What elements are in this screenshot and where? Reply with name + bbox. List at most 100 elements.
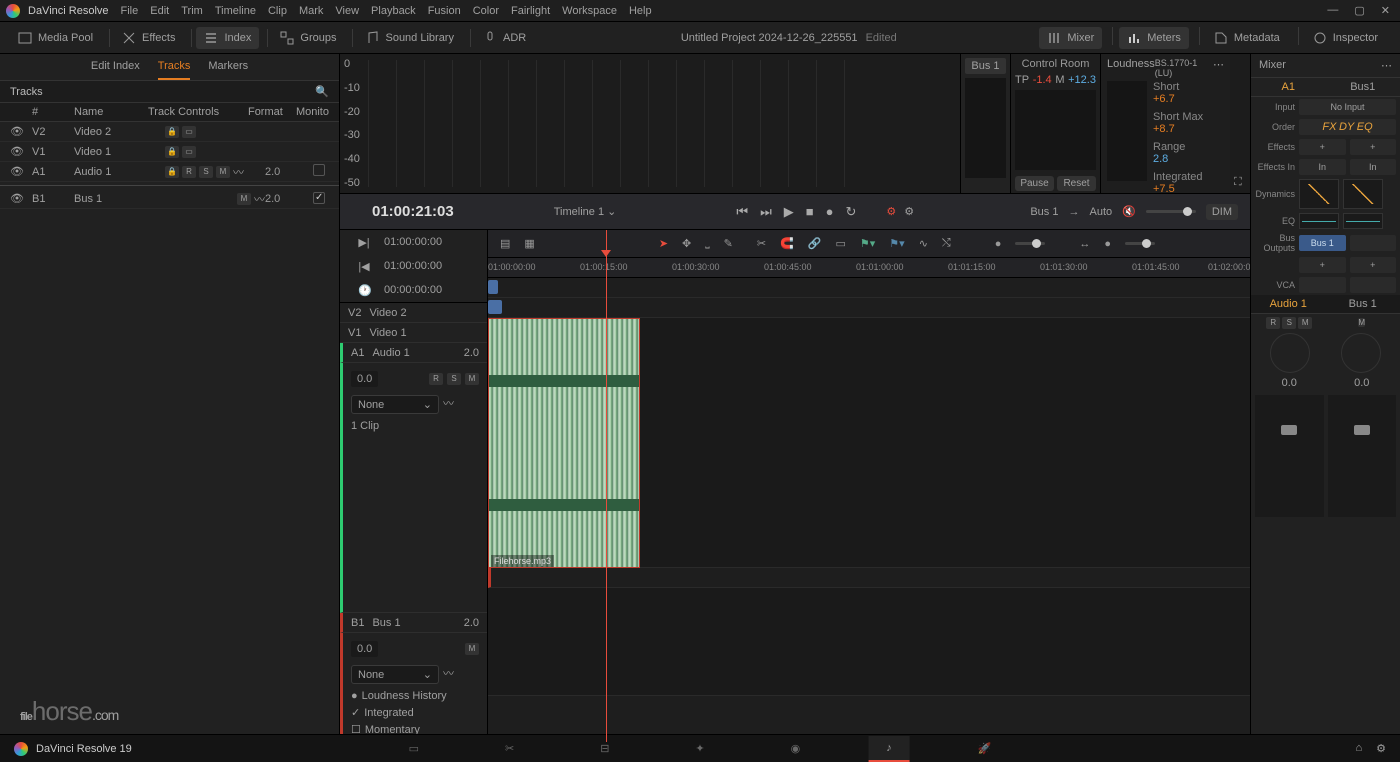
add-busout-a1[interactable]: +: [1299, 257, 1346, 273]
pan-knob-a1[interactable]: [1270, 333, 1310, 373]
pause-button[interactable]: Pause: [1015, 176, 1054, 191]
visibility-icon[interactable]: 👁: [10, 125, 32, 138]
solo-button[interactable]: S: [1282, 317, 1296, 329]
playhead[interactable]: [606, 230, 607, 742]
visibility-icon[interactable]: 👁: [10, 165, 32, 178]
minimize-icon[interactable]: —: [1327, 4, 1338, 17]
search-icon[interactable]: 🔍: [315, 85, 329, 98]
media-page-icon[interactable]: ▭: [391, 736, 437, 762]
zoom-slider[interactable]: [1015, 242, 1045, 245]
volume-slider[interactable]: [1146, 210, 1196, 213]
add-effect-bus1[interactable]: +: [1350, 139, 1397, 155]
index-button[interactable]: Index: [196, 27, 259, 49]
adr-button[interactable]: ADR: [475, 27, 534, 49]
mute-icon[interactable]: 🔇: [1122, 205, 1136, 218]
inspector-toggle[interactable]: Inspector: [1305, 27, 1386, 49]
menu-mark[interactable]: Mark: [299, 5, 323, 17]
sound-library-button[interactable]: Sound Library: [357, 27, 462, 49]
height-slider[interactable]: [1125, 242, 1155, 245]
monitor-checkbox[interactable]: [313, 192, 325, 204]
maximize-icon[interactable]: ▢: [1354, 4, 1364, 17]
track-row-a1[interactable]: 👁 A1 Audio 1 🔒 R S M 〰 2.0: [0, 162, 339, 182]
curve-icon[interactable]: 〰: [233, 164, 244, 180]
menu-edit[interactable]: Edit: [150, 5, 169, 17]
menu-timeline[interactable]: Timeline: [215, 5, 256, 17]
lock-icon[interactable]: 🔒: [165, 146, 179, 158]
track-header-b1[interactable]: B1Bus 12.0: [340, 613, 487, 633]
curve-icon[interactable]: 〰: [443, 665, 454, 681]
curve-icon[interactable]: 〰: [443, 395, 454, 411]
track-row-v1[interactable]: 👁 V1 Video 1 🔒▭: [0, 142, 339, 162]
effectsin-a1[interactable]: In: [1299, 159, 1346, 175]
link-icon[interactable]: 🔗: [808, 237, 822, 250]
timeline-row-b1[interactable]: [488, 568, 1250, 588]
auto-label[interactable]: Auto: [1089, 206, 1112, 218]
vca-a1[interactable]: [1299, 277, 1346, 293]
mute-button[interactable]: M: [1298, 317, 1312, 329]
pencil-tool-icon[interactable]: ✎: [724, 237, 733, 250]
menu-workspace[interactable]: Workspace: [562, 5, 617, 17]
level-value[interactable]: 0.0: [351, 371, 378, 387]
fader-handle[interactable]: [1354, 425, 1370, 435]
mute-button[interactable]: M: [1358, 318, 1365, 327]
mute-button[interactable]: M: [465, 643, 479, 655]
add-busout-bus1[interactable]: +: [1350, 257, 1397, 273]
visibility-icon[interactable]: 👁: [10, 145, 32, 158]
automation-dropdown[interactable]: None⌄: [351, 665, 439, 684]
edit-page-icon[interactable]: ⊟: [582, 736, 627, 762]
selection-tool-icon[interactable]: ➤: [659, 237, 668, 250]
cut-page-icon[interactable]: ✂: [487, 736, 532, 762]
dim-button[interactable]: DIM: [1206, 204, 1238, 220]
visibility-icon[interactable]: 👁: [10, 192, 32, 205]
record-button[interactable]: R: [182, 166, 196, 178]
record-button[interactable]: R: [1266, 317, 1280, 329]
video-clip[interactable]: [488, 300, 502, 314]
timeline-selector[interactable]: Timeline 1 ⌄: [554, 205, 617, 218]
channel-bus1[interactable]: Bus1: [1326, 78, 1400, 97]
mute-button[interactable]: M: [216, 166, 230, 178]
zoom-dot-icon[interactable]: ●: [1104, 238, 1111, 250]
tab-tracks[interactable]: Tracks: [158, 60, 191, 80]
track-row-v2[interactable]: 👁 V2 Video 2 🔒▭: [0, 122, 339, 142]
snap-icon[interactable]: 🧲: [780, 237, 794, 250]
groups-button[interactable]: Groups: [272, 27, 344, 49]
fusion-page-icon[interactable]: ✦: [677, 736, 722, 762]
automation-dropdown[interactable]: None⌄: [351, 395, 439, 414]
effectsin-bus1[interactable]: In: [1350, 159, 1397, 175]
busout-bus1[interactable]: [1350, 235, 1397, 251]
effects-button[interactable]: Effects: [114, 27, 183, 49]
tab-markers[interactable]: Markers: [208, 60, 248, 80]
solo-button[interactable]: S: [199, 166, 213, 178]
range-tool-icon[interactable]: ⎵: [705, 237, 709, 250]
home-icon[interactable]: ⌂: [1355, 742, 1362, 755]
dynamics-graph-bus1[interactable]: [1343, 179, 1383, 209]
tab-edit-index[interactable]: Edit Index: [91, 60, 140, 80]
timeline-canvas[interactable]: ▤ ▦ ➤ ✥ ⎵ ✎ ✂ 🧲 🔗 ▭ ⚑▾ ⚑▾ ∿ ⤭ ● ↔: [488, 230, 1250, 742]
record-button[interactable]: ●: [826, 204, 834, 219]
solo-button[interactable]: S: [447, 373, 461, 385]
meters-toggle[interactable]: Meters: [1119, 27, 1189, 49]
menu-view[interactable]: View: [335, 5, 359, 17]
waveform-icon[interactable]: ∿: [919, 237, 928, 250]
timeline-row-v1[interactable]: [488, 298, 1250, 318]
add-effect-a1[interactable]: +: [1299, 139, 1346, 155]
go-end-icon[interactable]: ▶|: [358, 236, 370, 249]
fader-bus1[interactable]: [1328, 395, 1397, 517]
menu-fusion[interactable]: Fusion: [428, 5, 461, 17]
pan-knob-bus1[interactable]: [1341, 333, 1381, 373]
flag-icon-blue[interactable]: ⚑▾: [889, 237, 904, 250]
track-header-v2[interactable]: V2Video 2: [340, 303, 487, 323]
menu-color[interactable]: Color: [473, 5, 499, 17]
metadata-toggle[interactable]: Metadata: [1206, 27, 1288, 49]
layout-icon[interactable]: ▤: [500, 237, 510, 250]
lock-icon[interactable]: 🔒: [165, 126, 179, 138]
menu-clip[interactable]: Clip: [268, 5, 287, 17]
menu-help[interactable]: Help: [629, 5, 652, 17]
timeline-row-b1-lane[interactable]: [488, 588, 1250, 696]
monitor-checkbox[interactable]: [313, 164, 325, 176]
media-pool-button[interactable]: Media Pool: [10, 27, 101, 49]
settings-icon[interactable]: ⚙: [1376, 742, 1386, 755]
loop-button[interactable]: ↻: [845, 204, 856, 220]
go-start-icon[interactable]: |◀: [358, 260, 370, 273]
curve-icon[interactable]: 〰: [254, 191, 265, 207]
